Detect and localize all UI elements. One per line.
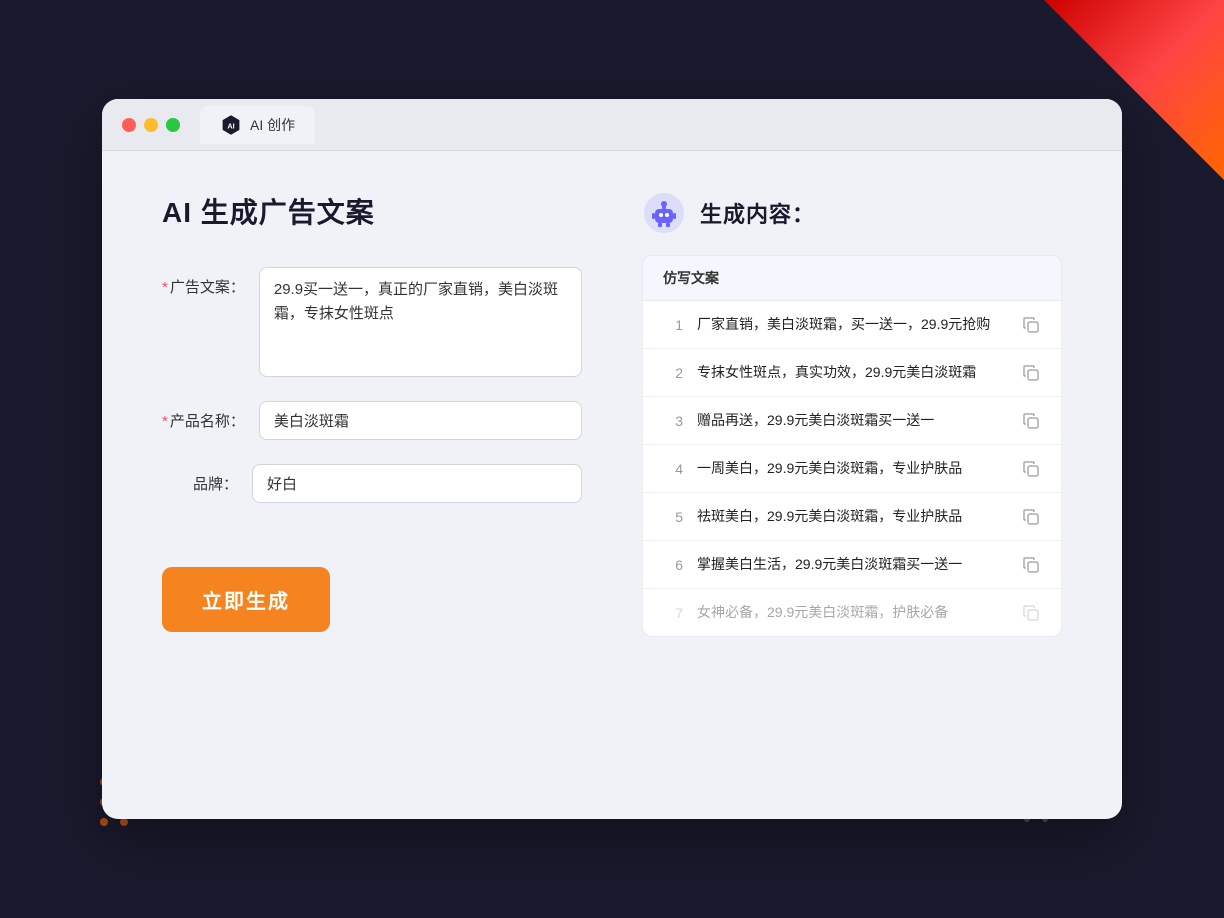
- row-number: 5: [663, 509, 683, 525]
- browser-window: AI AI 创作 AI 生成广告文案 *广告文案： 29.9买一送一，真正的厂家…: [102, 99, 1122, 819]
- product-name-label: *产品名称：: [162, 401, 259, 432]
- traffic-light-red[interactable]: [122, 118, 136, 132]
- right-panel: 生成内容： 仿写文案 1 厂家直销，美白淡斑霜，买一送一，29.9元抢购 2 专…: [642, 191, 1062, 637]
- row-text: 祛斑美白，29.9元美白淡斑霜，专业护肤品: [697, 506, 1007, 527]
- table-row: 1 厂家直销，美白淡斑霜，买一送一，29.9元抢购: [643, 301, 1061, 349]
- copy-icon[interactable]: [1021, 603, 1041, 623]
- copy-icon[interactable]: [1021, 507, 1041, 527]
- browser-tab[interactable]: AI AI 创作: [200, 106, 315, 144]
- table-row: 7 女神必备，29.9元美白淡斑霜，护肤必备: [643, 589, 1061, 636]
- form-row-brand: 品牌：: [162, 464, 582, 503]
- table-row: 3 赠品再送，29.9元美白淡斑霜买一送一: [643, 397, 1061, 445]
- copy-icon[interactable]: [1021, 315, 1041, 335]
- row-number: 2: [663, 365, 683, 381]
- copy-icon[interactable]: [1021, 363, 1041, 383]
- row-number: 4: [663, 461, 683, 477]
- browser-titlebar: AI AI 创作: [102, 99, 1122, 151]
- copy-icon[interactable]: [1021, 555, 1041, 575]
- brand-label: 品牌：: [162, 464, 252, 495]
- results-header: 仿写文案: [643, 256, 1061, 301]
- row-text: 掌握美白生活，29.9元美白淡斑霜买一送一: [697, 554, 1007, 575]
- row-text: 专抹女性斑点，真实功效，29.9元美白淡斑霜: [697, 362, 1007, 383]
- ad-copy-input[interactable]: 29.9买一送一，真正的厂家直销，美白淡斑霜，专抹女性斑点: [259, 267, 582, 377]
- page-title: AI 生成广告文案: [162, 191, 582, 231]
- tab-title-text: AI 创作: [250, 115, 295, 135]
- copy-icon[interactable]: [1021, 411, 1041, 431]
- brand-input[interactable]: [252, 464, 582, 503]
- traffic-light-green[interactable]: [166, 118, 180, 132]
- traffic-lights: [122, 118, 180, 132]
- right-title: 生成内容：: [700, 197, 815, 229]
- row-number: 1: [663, 317, 683, 333]
- form-row-product-name: *产品名称：: [162, 401, 582, 440]
- table-row: 2 专抹女性斑点，真实功效，29.9元美白淡斑霜: [643, 349, 1061, 397]
- generate-button[interactable]: 立即生成: [162, 567, 330, 632]
- copy-icon[interactable]: [1021, 459, 1041, 479]
- required-star-1: *: [162, 279, 168, 296]
- row-number: 6: [663, 557, 683, 573]
- product-name-input[interactable]: [259, 401, 582, 440]
- required-star-2: *: [162, 413, 168, 430]
- table-row: 4 一周美白，29.9元美白淡斑霜，专业护肤品: [643, 445, 1061, 493]
- results-table: 仿写文案 1 厂家直销，美白淡斑霜，买一送一，29.9元抢购 2 专抹女性斑点，…: [642, 255, 1062, 637]
- row-text: 一周美白，29.9元美白淡斑霜，专业护肤品: [697, 458, 1007, 479]
- row-number: 3: [663, 413, 683, 429]
- form-row-ad-copy: *广告文案： 29.9买一送一，真正的厂家直销，美白淡斑霜，专抹女性斑点: [162, 267, 582, 377]
- svg-text:AI: AI: [227, 121, 234, 130]
- ad-copy-label: *广告文案：: [162, 267, 259, 298]
- right-header: 生成内容：: [642, 191, 1062, 235]
- browser-content: AI 生成广告文案 *广告文案： 29.9买一送一，真正的厂家直销，美白淡斑霜，…: [102, 151, 1122, 677]
- traffic-light-yellow[interactable]: [144, 118, 158, 132]
- ai-tab-icon: AI: [220, 114, 242, 136]
- left-panel: AI 生成广告文案 *广告文案： 29.9买一送一，真正的厂家直销，美白淡斑霜，…: [162, 191, 582, 637]
- table-row: 6 掌握美白生活，29.9元美白淡斑霜买一送一: [643, 541, 1061, 589]
- table-row: 5 祛斑美白，29.9元美白淡斑霜，专业护肤品: [643, 493, 1061, 541]
- row-text: 厂家直销，美白淡斑霜，买一送一，29.9元抢购: [697, 314, 1007, 335]
- row-text: 赠品再送，29.9元美白淡斑霜买一送一: [697, 410, 1007, 431]
- row-text: 女神必备，29.9元美白淡斑霜，护肤必备: [697, 602, 1007, 623]
- row-number: 7: [663, 605, 683, 621]
- robot-icon: [642, 191, 686, 235]
